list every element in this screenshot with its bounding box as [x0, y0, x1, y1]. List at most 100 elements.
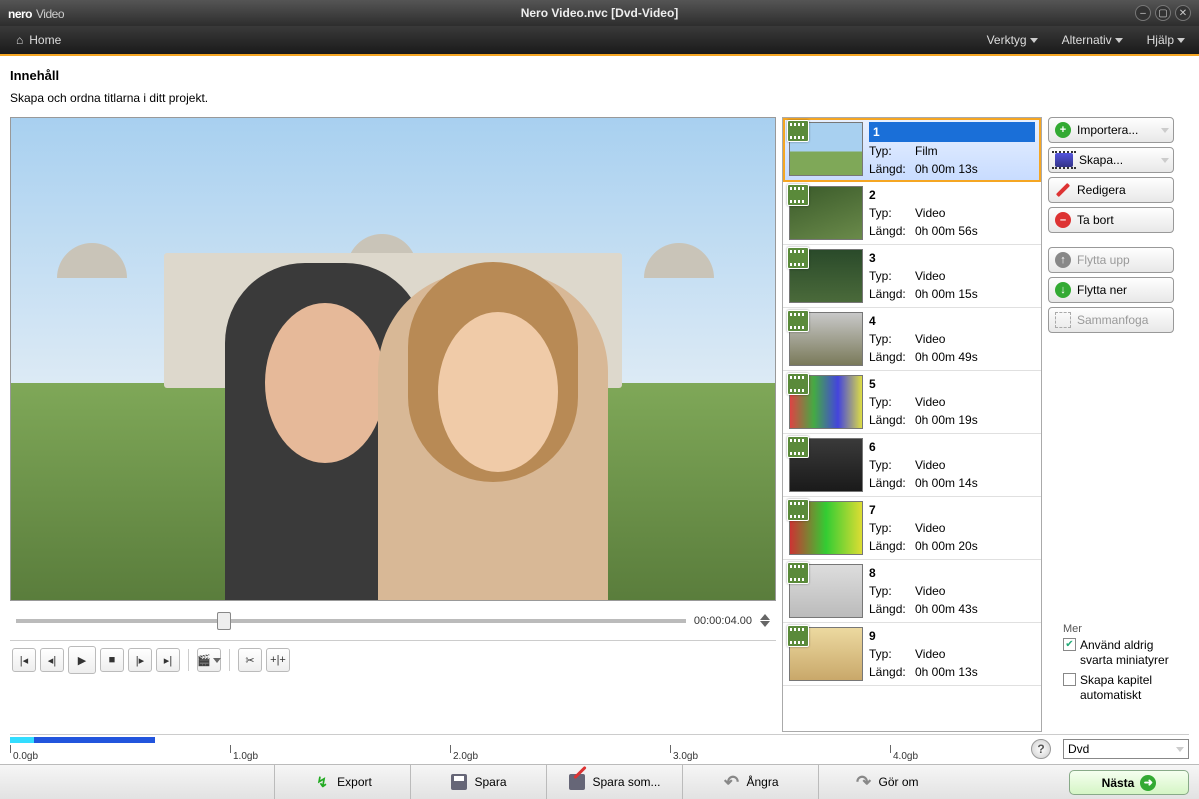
- menu-tools[interactable]: Verktyg: [981, 29, 1044, 51]
- play-button[interactable]: ▶: [68, 646, 96, 674]
- cut-button[interactable]: ✂: [238, 648, 262, 672]
- clip-type: Video: [915, 456, 1035, 474]
- clip-number: 8: [869, 564, 1035, 582]
- checkbox-black-thumbs[interactable]: ✔: [1063, 638, 1076, 651]
- export-icon: ↯: [313, 773, 331, 791]
- next-button[interactable]: Nästa➜: [1069, 770, 1189, 795]
- chevron-down-icon: [1115, 38, 1123, 43]
- ruler-tick: 1.0gb: [230, 745, 258, 753]
- clip-length: 0h 00m 20s: [915, 537, 1035, 555]
- clip-info: 4Typ:VideoLängd:0h 00m 49s: [869, 312, 1035, 366]
- preview-pane[interactable]: [10, 117, 776, 601]
- ruler-tick: 0.0gb: [10, 745, 38, 753]
- clip-length-label: Längd:: [869, 285, 915, 303]
- create-button[interactable]: Skapa...: [1048, 147, 1174, 173]
- clip-item[interactable]: 1Typ:FilmLängd:0h 00m 13s: [783, 118, 1041, 182]
- menu-options[interactable]: Alternativ: [1056, 29, 1129, 51]
- ruler-tick: 2.0gb: [450, 745, 478, 753]
- clip-number: 7: [869, 501, 1035, 519]
- clapperboard-button[interactable]: 🎬: [197, 648, 221, 672]
- slider-thumb[interactable]: [217, 612, 231, 630]
- merge-button[interactable]: Sammanfoga: [1048, 307, 1174, 333]
- clip-item[interactable]: 2Typ:VideoLängd:0h 00m 56s: [783, 182, 1041, 245]
- move-up-button[interactable]: ↑Flytta upp: [1048, 247, 1174, 273]
- film-icon: [787, 625, 809, 647]
- app-logo: neroVideo: [8, 5, 64, 22]
- clip-length: 0h 00m 14s: [915, 474, 1035, 492]
- undo-button[interactable]: ↶Ångra: [682, 765, 818, 799]
- stop-button[interactable]: ■: [100, 648, 124, 672]
- film-icon: [787, 373, 809, 395]
- nudge-down-button[interactable]: [760, 621, 770, 627]
- arrow-down-icon: ↓: [1055, 282, 1071, 298]
- clip-length: 0h 00m 15s: [915, 285, 1035, 303]
- move-down-button[interactable]: ↓Flytta ner: [1048, 277, 1174, 303]
- clip-item[interactable]: 5Typ:VideoLängd:0h 00m 19s: [783, 371, 1041, 434]
- home-button[interactable]: ⌂ Home: [8, 29, 69, 51]
- save-as-button[interactable]: Spara som...: [546, 765, 682, 799]
- import-button[interactable]: +Importera...: [1048, 117, 1174, 143]
- clip-length: 0h 00m 43s: [915, 600, 1035, 618]
- minimize-button[interactable]: –: [1135, 5, 1151, 21]
- save-as-icon: [568, 773, 586, 791]
- chevron-down-icon: [1176, 747, 1184, 752]
- clip-number: 6: [869, 438, 1035, 456]
- clip-length-label: Längd:: [869, 160, 915, 178]
- checkbox-auto-chapters[interactable]: [1063, 673, 1076, 686]
- film-icon: [787, 499, 809, 521]
- clip-length: 0h 00m 49s: [915, 348, 1035, 366]
- merge-icon: [1055, 312, 1071, 328]
- clip-type-label: Typ:: [869, 204, 915, 222]
- clip-length-label: Längd:: [869, 663, 915, 681]
- page-subtitle: Skapa och ordna titlarna i ditt projekt.: [10, 91, 1189, 105]
- film-icon: [787, 184, 809, 206]
- next-frame-button[interactable]: |▸: [128, 648, 152, 672]
- clip-item[interactable]: 3Typ:VideoLängd:0h 00m 15s: [783, 245, 1041, 308]
- clip-type-label: Typ:: [869, 645, 915, 663]
- preview-image: [11, 118, 775, 600]
- clip-number: 9: [869, 627, 1035, 645]
- document-title: Nero Video.nvc [Dvd-Video]: [64, 6, 1135, 20]
- split-button[interactable]: +|+: [266, 648, 290, 672]
- more-header: Mer: [1063, 623, 1189, 635]
- redo-button[interactable]: ↷Gör om: [818, 765, 954, 799]
- disc-type-select[interactable]: Dvd: [1063, 739, 1189, 759]
- close-button[interactable]: ✕: [1175, 5, 1191, 21]
- clip-item[interactable]: 8Typ:VideoLängd:0h 00m 43s: [783, 560, 1041, 623]
- clip-item[interactable]: 7Typ:VideoLängd:0h 00m 20s: [783, 497, 1041, 560]
- clip-item[interactable]: 6Typ:VideoLängd:0h 00m 14s: [783, 434, 1041, 497]
- nudge-up-button[interactable]: [760, 614, 770, 620]
- clip-item[interactable]: 9Typ:VideoLängd:0h 00m 13s: [783, 623, 1041, 686]
- titlebar: neroVideo Nero Video.nvc [Dvd-Video] – ▢…: [0, 0, 1199, 26]
- save-button[interactable]: Spara: [410, 765, 546, 799]
- timecode: 00:00:04.00: [694, 615, 752, 627]
- menu-help[interactable]: Hjälp: [1141, 29, 1191, 51]
- clip-info: 2Typ:VideoLängd:0h 00m 56s: [869, 186, 1035, 240]
- clip-length: 0h 00m 13s: [915, 663, 1035, 681]
- prev-frame-button[interactable]: ◂|: [40, 648, 64, 672]
- clip-length-label: Längd:: [869, 474, 915, 492]
- delete-button[interactable]: –Ta bort: [1048, 207, 1174, 233]
- edit-button[interactable]: Redigera: [1048, 177, 1174, 203]
- film-icon: [787, 120, 809, 142]
- clip-length-label: Längd:: [869, 600, 915, 618]
- clip-number: 3: [869, 249, 1035, 267]
- plus-icon: +: [1055, 122, 1071, 138]
- clip-item[interactable]: 4Typ:VideoLängd:0h 00m 49s: [783, 308, 1041, 371]
- export-button[interactable]: ↯Export: [274, 765, 410, 799]
- pencil-icon: [1056, 183, 1070, 197]
- timeline-slider[interactable]: [16, 619, 686, 623]
- clip-length: 0h 00m 13s: [915, 160, 1035, 178]
- clip-info: 7Typ:VideoLängd:0h 00m 20s: [869, 501, 1035, 555]
- clip-type-label: Typ:: [869, 393, 915, 411]
- clip-type: Video: [915, 645, 1035, 663]
- goto-end-button[interactable]: ▸|: [156, 648, 180, 672]
- goto-start-button[interactable]: |◂: [12, 648, 36, 672]
- clip-type: Video: [915, 582, 1035, 600]
- help-button[interactable]: ?: [1031, 739, 1051, 759]
- clip-number: 4: [869, 312, 1035, 330]
- clip-list[interactable]: 1Typ:FilmLängd:0h 00m 13s2Typ:VideoLängd…: [782, 117, 1042, 732]
- maximize-button[interactable]: ▢: [1155, 5, 1171, 21]
- arrow-up-icon: ↑: [1055, 252, 1071, 268]
- clip-type: Video: [915, 267, 1035, 285]
